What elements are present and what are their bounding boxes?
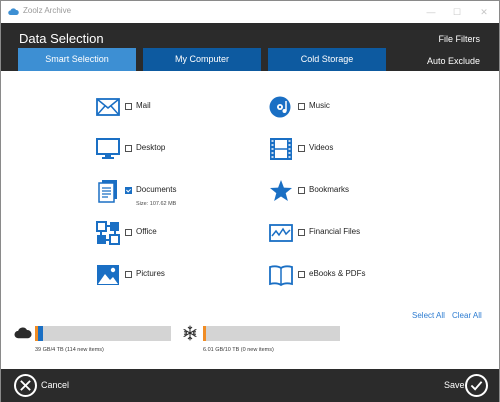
close-icon	[20, 380, 31, 391]
book-icon	[269, 265, 293, 287]
desktop-label: Desktop	[136, 143, 166, 152]
documents-size: Size: 107.62 MB	[136, 201, 177, 207]
documents-label: Documents	[136, 185, 177, 194]
option-mail[interactable]: Mail	[96, 95, 236, 125]
documents-icon	[98, 180, 117, 203]
ebooks-label: eBooks & PDFs	[309, 269, 366, 278]
music-checkbox[interactable]	[298, 103, 305, 110]
snowflake-icon	[183, 325, 197, 341]
maximize-button[interactable]: ☐	[450, 5, 464, 19]
pictures-checkbox[interactable]	[125, 271, 132, 278]
app-window: Zoolz Archive — ☐ ✕ Data Selection File …	[0, 0, 500, 402]
checkmark-icon	[470, 381, 483, 391]
chart-icon	[269, 224, 293, 242]
cancel-label[interactable]: Cancel	[41, 380, 69, 390]
option-documents[interactable]: Documents Size: 107.62 MB	[96, 179, 236, 213]
option-pictures[interactable]: Pictures	[96, 263, 236, 293]
office-label: Office	[136, 227, 157, 236]
mail-checkbox[interactable]	[125, 103, 132, 110]
tab-my-computer[interactable]: My Computer	[143, 48, 261, 71]
footer: Cancel Save	[1, 369, 499, 402]
music-label: Music	[309, 101, 330, 110]
documents-checkbox[interactable]	[125, 187, 132, 194]
window-title: Zoolz Archive	[23, 6, 72, 15]
option-financial-files[interactable]: Financial Files	[269, 221, 409, 251]
close-window-button[interactable]: ✕	[477, 5, 491, 19]
page-title: Data Selection	[19, 31, 104, 46]
file-filters-link[interactable]: File Filters	[438, 34, 480, 44]
auto-exclude-link[interactable]: Auto Exclude	[427, 56, 480, 66]
cancel-button[interactable]	[14, 374, 37, 397]
music-icon	[269, 96, 291, 118]
videos-checkbox[interactable]	[298, 145, 305, 152]
monitor-icon	[96, 138, 120, 159]
cloud-icon	[8, 8, 19, 15]
office-icon	[96, 221, 120, 245]
film-icon	[270, 138, 292, 160]
title-bar: Zoolz Archive — ☐ ✕	[1, 1, 499, 23]
option-office[interactable]: Office	[96, 221, 236, 251]
minimize-button[interactable]: —	[424, 5, 438, 19]
cloud-icon	[14, 327, 32, 339]
select-all-link[interactable]: Select All	[412, 311, 445, 320]
cold-storage-caption: 6.01 GB/10 TB (0 new items)	[203, 347, 274, 353]
bookmarks-label: Bookmarks	[309, 185, 350, 194]
header: Data Selection File Filters Auto Exclude…	[1, 23, 499, 71]
pictures-label: Pictures	[136, 269, 165, 278]
tab-cold-storage[interactable]: Cold Storage	[268, 48, 386, 71]
clear-all-link[interactable]: Clear All	[452, 311, 482, 320]
option-videos[interactable]: Videos	[269, 137, 409, 167]
desktop-checkbox[interactable]	[125, 145, 132, 152]
cloud-storage-caption: 39 GB/4 TB (114 new items)	[35, 347, 104, 353]
financial-files-checkbox[interactable]	[298, 229, 305, 236]
save-button[interactable]	[465, 374, 488, 397]
bookmarks-checkbox[interactable]	[298, 187, 305, 194]
cold-storage-bar	[203, 326, 340, 341]
option-ebooks[interactable]: eBooks & PDFs	[269, 263, 409, 293]
option-desktop[interactable]: Desktop	[96, 137, 236, 167]
mail-label: Mail	[136, 101, 151, 110]
mail-icon	[96, 98, 120, 116]
ebooks-checkbox[interactable]	[298, 271, 305, 278]
picture-icon	[97, 265, 119, 285]
star-icon	[270, 180, 292, 201]
option-music[interactable]: Music	[269, 95, 409, 125]
cloud-storage-bar	[35, 326, 171, 341]
save-label[interactable]: Save	[444, 380, 465, 390]
cold-used-fill	[203, 326, 206, 341]
financial-files-label: Financial Files	[309, 227, 361, 236]
videos-label: Videos	[309, 143, 334, 152]
option-bookmarks[interactable]: Bookmarks	[269, 179, 409, 209]
office-checkbox[interactable]	[125, 229, 132, 236]
tab-smart-selection[interactable]: Smart Selection	[18, 48, 136, 71]
cloud-new-fill	[37, 326, 44, 341]
